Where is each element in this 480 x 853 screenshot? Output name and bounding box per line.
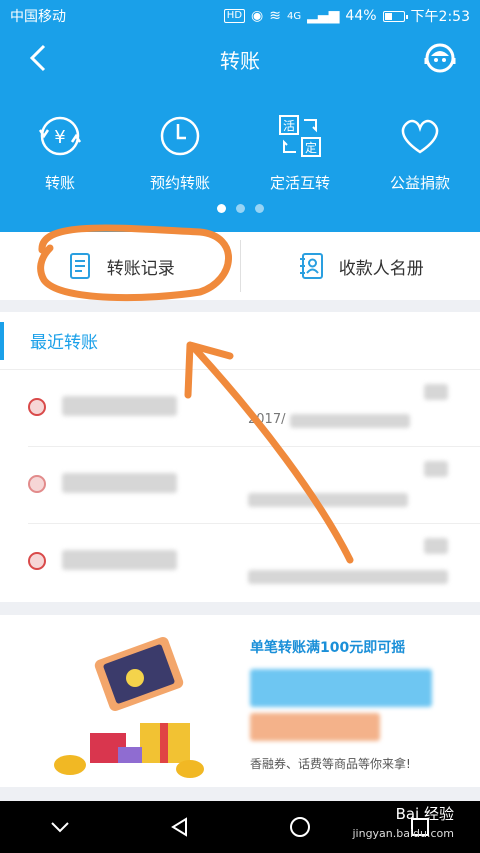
quick-action-scheduled[interactable]: 预约转账 [120,112,240,193]
watermark-url: jingyan.baidu.com [352,827,454,840]
home-circle-icon[interactable] [288,815,312,839]
contact-book-icon [299,253,323,279]
quick-action-fixed-current[interactable]: 活 定 定活互转 [240,112,360,193]
back-triangle-icon[interactable] [168,815,192,839]
recent-transfers-title: 最近转账 [0,312,480,370]
svg-text:定: 定 [305,140,317,155]
list-item[interactable] [28,524,480,601]
payee-book-button[interactable]: 收款人名册 [241,232,480,300]
transfer-history-button[interactable]: 转账记录 [0,232,240,300]
fixed-current-swap-icon: 活 定 [279,115,321,157]
promo-illustration-icon [54,636,204,778]
customer-service-icon[interactable] [422,40,458,76]
list-item[interactable]: 2017/ [28,370,480,447]
network-type: 4G [286,10,302,22]
transfer-date: 2017/ [248,412,286,427]
page-dot[interactable] [235,204,245,213]
transfer-history-label: 转账记录 [106,258,175,279]
blurred-account [248,570,448,584]
quick-action-transfer[interactable]: ¥ 转账 [0,112,120,193]
heart-icon [401,119,439,154]
page-indicator [0,204,480,213]
bank-logo-icon [28,475,46,493]
page-title: 转账 [220,48,260,73]
page-dot[interactable] [216,204,226,213]
blurred-promo-headline [250,669,432,707]
eye-icon: ◉ [251,8,264,24]
bank-logo-icon [28,552,46,570]
status-bar: 中国移动 HD ◉ ≋ 4G ▂▄▆ 44% 下午2:53 [0,0,480,32]
bank-logo-icon [28,398,46,416]
quick-action-label: 定活互转 [269,174,330,192]
recent-transfers: 最近转账 2017/ [0,312,480,602]
back-arrow-icon[interactable] [22,42,54,74]
blurred-account [248,493,408,507]
blurred-promo-subtext [250,713,380,741]
hd-badge: HD [223,9,246,23]
blurred-account [290,414,410,428]
blurred-amount [424,384,448,400]
chevron-down-icon[interactable] [48,815,72,839]
list-item[interactable] [28,447,480,524]
page-dot[interactable] [254,204,264,213]
svg-text:活: 活 [283,119,295,133]
blurred-payee-name [62,473,177,493]
quick-action-donation[interactable]: 公益捐款 [360,112,480,193]
clock-time: 下午2:53 [410,9,470,25]
payee-book-label: 收款人名册 [338,258,424,279]
clock-icon [160,116,200,156]
blurred-amount [424,461,448,477]
wifi-icon: ≋ [269,8,281,24]
quick-actions: ¥ 转账 预约转账 活 定 定活互转 公益捐款 [0,112,480,193]
battery-percent: 44% [345,8,377,24]
header: 转账 ¥ 转账 预约转账 活 定 定活互转 公益捐款 [0,32,480,232]
promo-title: 单笔转账满100元即可摇 [250,640,406,656]
document-icon [69,253,90,279]
carrier-label: 中国移动 [10,9,66,25]
watermark-brand: Bai 经验 [395,805,454,823]
promo-banner[interactable]: 单笔转账满100元即可摇 香融券、话费等商品等你来拿! [0,615,480,787]
signal-icon: ▂▄▆ [307,8,340,24]
svg-text:¥: ¥ [54,127,65,148]
baidu-watermark: Bai 经验 jingyan.baidu.com [352,804,454,844]
record-bar: 转账记录 收款人名册 [0,232,480,300]
blurred-payee-name [62,396,177,416]
blurred-amount [424,538,448,554]
promo-footer: 香融券、话费等商品等你来拿! [250,757,411,771]
nav-bar: 转账 [0,32,480,86]
yen-transfer-icon: ¥ [38,116,82,156]
quick-action-label: 预约转账 [149,174,210,192]
quick-action-label: 转账 [44,174,75,192]
quick-action-label: 公益捐款 [389,174,450,192]
blurred-payee-name [62,550,177,570]
battery-icon [382,10,408,22]
